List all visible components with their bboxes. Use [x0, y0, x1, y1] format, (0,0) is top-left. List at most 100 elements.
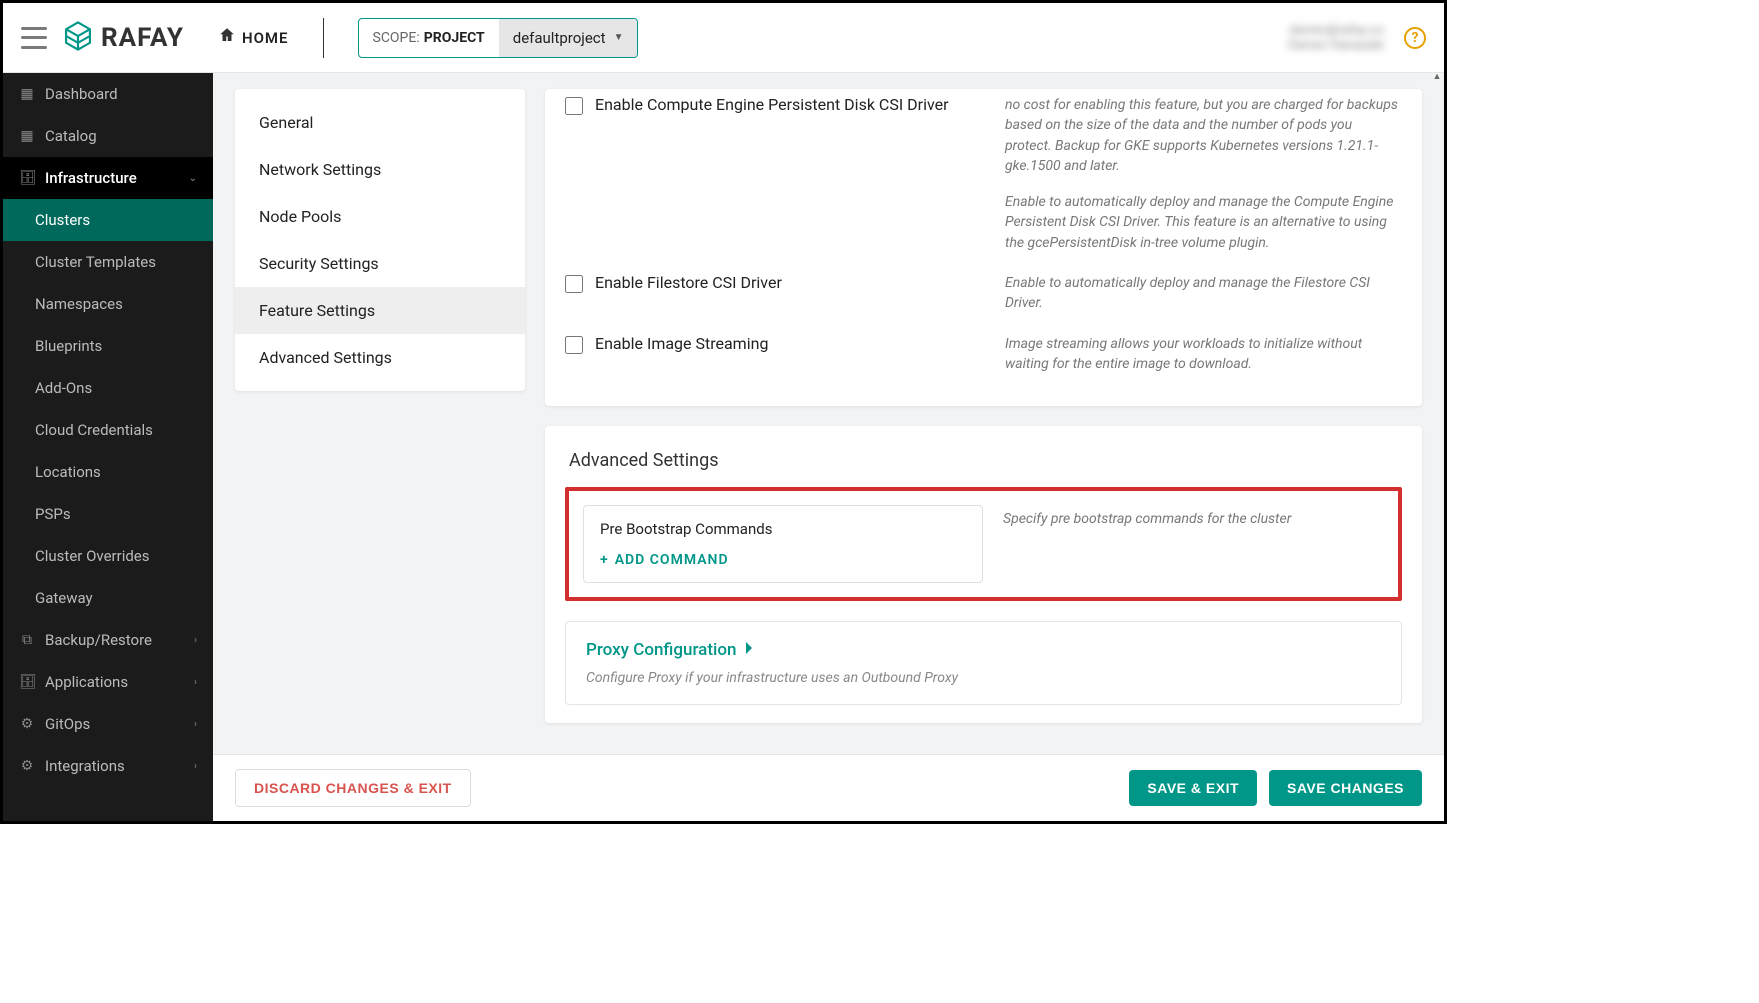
sidebar-item-catalog[interactable]: ▦ Catalog [3, 115, 213, 157]
feature-checkbox[interactable] [565, 97, 583, 115]
feature-label: Enable Image Streaming [595, 334, 768, 353]
sidebar-item-label: Blueprints [35, 337, 102, 355]
proxy-config-toggle[interactable]: Proxy Configuration [586, 640, 1381, 660]
sidebar-item-label: PSPs [35, 505, 71, 523]
sidebar-item-label: Namespaces [35, 295, 123, 313]
sidebar-item-label: Integrations [45, 757, 125, 775]
settings-tab-network-settings[interactable]: Network Settings [235, 146, 525, 193]
discard-button[interactable]: DISCARD CHANGES & EXIT [235, 769, 471, 807]
scope-selector: SCOPE: PROJECT defaultproject ▼ [358, 18, 639, 58]
feature-checkbox[interactable] [565, 275, 583, 293]
scope-label: SCOPE: PROJECT [359, 19, 499, 57]
action-footer: DISCARD CHANGES & EXIT SAVE & EXIT SAVE … [213, 754, 1444, 821]
caret-down-icon: ▼ [614, 32, 624, 43]
advanced-settings-card: Advanced Settings Pre Bootstrap Commands… [545, 426, 1422, 723]
sidebar-item-clusters[interactable]: Clusters [3, 199, 213, 241]
sidebar: ▦Dashboard▦Catalog🗄Infrastructure⌄Cluste… [3, 73, 213, 821]
menu-toggle-icon[interactable] [21, 27, 47, 49]
scroll-up-icon[interactable]: ▲ [1432, 73, 1442, 82]
sidebar-item-gateway[interactable]: Gateway [3, 577, 213, 619]
advanced-settings-title: Advanced Settings [565, 444, 1402, 487]
feature-row: Enable Filestore CSI Driver Enable to aut… [565, 267, 1402, 328]
sidebar-item-applications[interactable]: 🗄Applications› [3, 661, 213, 703]
feature-row: Enable Compute Engine Persistent Disk CS… [565, 89, 1402, 267]
user-menu[interactable]: darren@rafay.co Darren Hanasaki [1288, 23, 1384, 53]
user-email: darren@rafay.co [1288, 23, 1384, 38]
sidebar-item-label: Cluster Overrides [35, 547, 150, 565]
brand-mark-icon [61, 19, 95, 57]
scope-kind: PROJECT [424, 30, 485, 46]
sidebar-item-label: GitOps [45, 715, 90, 733]
sidebar-item-label: Infrastructure [45, 169, 137, 187]
home-label: HOME [242, 29, 289, 47]
add-command-label: ADD COMMAND [615, 552, 729, 568]
feature-description: Enable to automatically deploy and manag… [1005, 273, 1402, 314]
sidebar-item-label: Dashboard [45, 85, 118, 103]
sidebar-item-gitops[interactable]: ⚙ GitOps › [3, 703, 213, 745]
grid-icon: ▦ [19, 128, 35, 144]
sidebar-item-locations[interactable]: Locations [3, 451, 213, 493]
feature-description: Image streaming allows your workloads to… [1005, 334, 1402, 375]
chevron-right-icon: › [194, 761, 197, 772]
copy-icon: ⧉ [19, 632, 35, 648]
prebootstrap-desc: Specify pre bootstrap commands for the c… [1003, 509, 1384, 529]
feature-row: Enable Image Streaming Image streaming al… [565, 328, 1402, 389]
sidebar-item-integrations[interactable]: ⚙Integrations› [3, 745, 213, 787]
sidebar-item-cluster-overrides[interactable]: Cluster Overrides [3, 535, 213, 577]
save-exit-button[interactable]: SAVE & EXIT [1129, 770, 1257, 806]
sidebar-item-add-ons[interactable]: Add-Ons [3, 367, 213, 409]
sidebar-item-namespaces[interactable]: Namespaces [3, 283, 213, 325]
home-icon [218, 26, 236, 49]
feature-label: Enable Filestore CSI Driver [595, 273, 782, 292]
main-content: GeneralNetwork SettingsNode PoolsSecurit… [213, 73, 1444, 821]
sidebar-item-psps[interactable]: PSPs [3, 493, 213, 535]
scope-project-dropdown[interactable]: defaultproject ▼ [499, 19, 638, 57]
sidebar-item-blueprints[interactable]: Blueprints [3, 325, 213, 367]
divider [323, 18, 324, 58]
sidebar-item-label: Backup/Restore [45, 631, 152, 649]
sidebar-item-label: Applications [45, 673, 128, 691]
sidebar-item-label: Locations [35, 463, 101, 481]
sidebar-item-infrastructure[interactable]: 🗄Infrastructure⌄ [3, 157, 213, 199]
briefcase-icon: 🗄 [19, 170, 35, 186]
add-command-button[interactable]: + ADD COMMAND [600, 552, 966, 568]
sidebar-item-label: Gateway [35, 589, 93, 607]
prebootstrap-title: Pre Bootstrap Commands [600, 520, 966, 538]
scope-prefix: SCOPE: [373, 30, 420, 46]
proxy-desc: Configure Proxy if your infrastructure u… [586, 670, 1381, 686]
feature-checkbox[interactable] [565, 336, 583, 354]
chevron-right-icon: › [194, 635, 197, 646]
sidebar-item-backup-restore[interactable]: ⧉ Backup/Restore › [3, 619, 213, 661]
prebootstrap-highlight: Pre Bootstrap Commands + ADD COMMAND Spe… [565, 487, 1402, 601]
sliders-icon: ⚙ [19, 716, 35, 732]
feature-settings-card: Enable Compute Engine Persistent Disk CS… [545, 89, 1422, 406]
settings-tab-general[interactable]: General [235, 99, 525, 146]
sidebar-item-label: Cluster Templates [35, 253, 156, 271]
feature-label: Enable Compute Engine Persistent Disk CS… [595, 95, 949, 114]
feature-description: no cost for enabling this feature, but y… [1005, 95, 1402, 253]
sidebar-item-dashboard[interactable]: ▦ Dashboard [3, 73, 213, 115]
chevron-right-icon: › [194, 719, 197, 730]
settings-tab-feature-settings[interactable]: Feature Settings [235, 287, 525, 334]
sidebar-item-label: Clusters [35, 211, 90, 229]
proxy-title-label: Proxy Configuration [586, 640, 736, 660]
grid-icon: ▦ [19, 86, 35, 102]
brand-logo[interactable]: RAFAY [61, 19, 184, 57]
brand-name: RAFAY [101, 23, 184, 53]
sidebar-item-cloud-credentials[interactable]: Cloud Credentials [3, 409, 213, 451]
help-icon[interactable]: ? [1404, 27, 1426, 49]
settings-tab-security-settings[interactable]: Security Settings [235, 240, 525, 287]
sidebar-item-cluster-templates[interactable]: Cluster Templates [3, 241, 213, 283]
user-name: Darren Hanasaki [1288, 38, 1384, 53]
settings-nav: GeneralNetwork SettingsNode PoolsSecurit… [235, 89, 525, 391]
sidebar-item-label: Catalog [45, 127, 97, 145]
prebootstrap-card: Pre Bootstrap Commands + ADD COMMAND [583, 505, 983, 583]
save-changes-button[interactable]: SAVE CHANGES [1269, 770, 1422, 806]
settings-tab-node-pools[interactable]: Node Pools [235, 193, 525, 240]
plus-icon: + [600, 552, 609, 568]
chevron-right-icon [744, 640, 754, 660]
home-link[interactable]: HOME [218, 26, 289, 49]
settings-tab-advanced-settings[interactable]: Advanced Settings [235, 334, 525, 381]
briefcase-icon: 🗄 [19, 674, 35, 690]
scrollbar[interactable]: ▲ [1432, 73, 1442, 821]
